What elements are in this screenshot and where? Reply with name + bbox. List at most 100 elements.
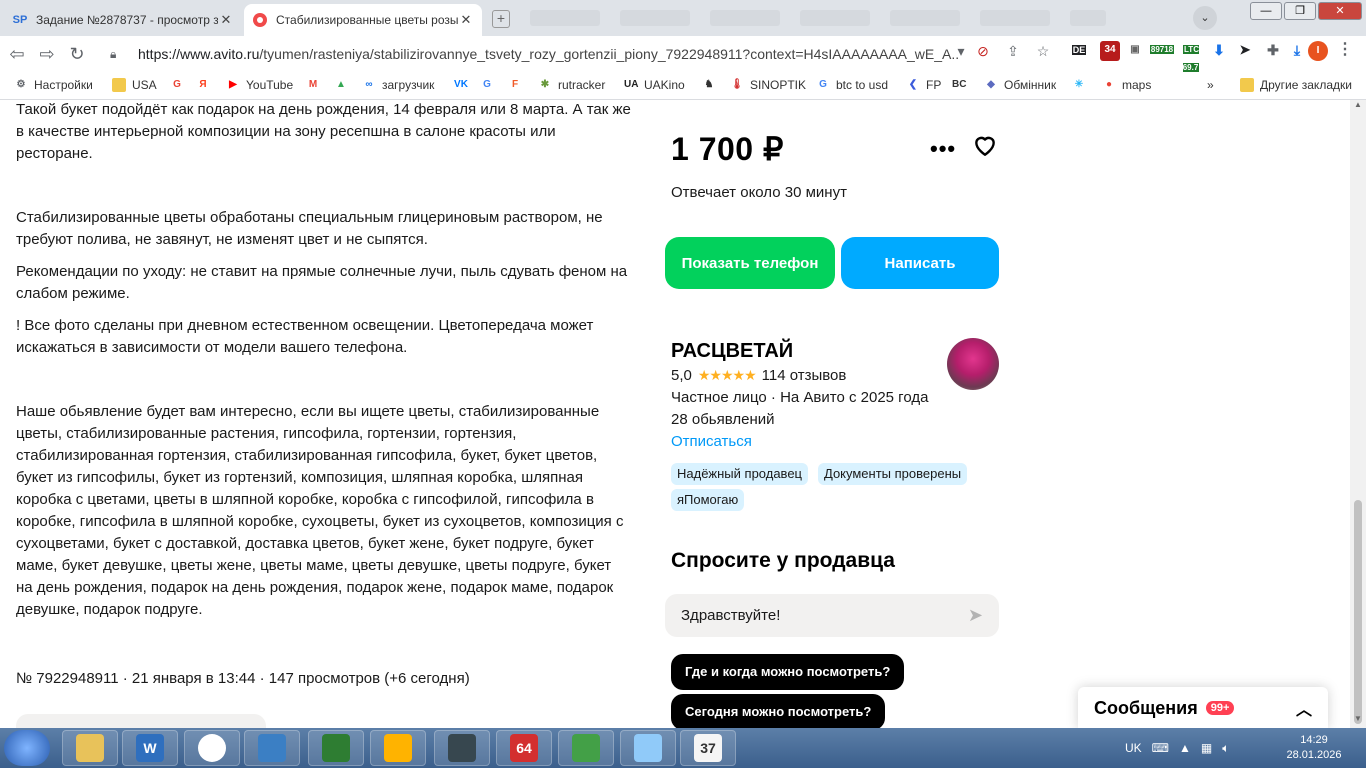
write-message-button[interactable]: Написать [841,237,999,289]
quick-question-button[interactable]: Сегодня можно посмотреть? [671,694,886,728]
back-arrow-icon[interactable]: ⇦ [4,41,30,67]
taskbar-paint[interactable] [558,730,614,766]
bookmark-gmail[interactable]: M [306,78,326,92]
other-bookmarks[interactable]: Другие закладки [1240,78,1352,92]
background-tab[interactable] [1070,10,1106,26]
bookmark-f[interactable]: F [508,78,528,92]
badge-ya-pomogayu[interactable]: яПомогаю [671,489,745,511]
bookmark-sinoptik[interactable]: 🌡︎ SINOPTIK [730,78,806,92]
send-icon[interactable]: ➤ [968,605,983,626]
chevron-up-icon[interactable]: ︿ [1296,696,1312,720]
seller-ads-count[interactable]: 28 обьявлений [671,411,774,428]
scroll-thumb[interactable] [1354,500,1362,724]
menu-dots-icon[interactable]: ⋮ [1336,41,1354,61]
scroll-up-icon[interactable]: ▲ [1350,100,1366,114]
bookmark-figure[interactable]: ♞ [702,78,722,92]
taskbar-explorer[interactable] [62,730,118,766]
show-phone-button[interactable]: Показать телефон [665,237,835,289]
share-icon[interactable]: ⇪ [1004,42,1022,60]
close-icon[interactable]: ✕ [218,12,234,28]
close-window-button[interactable]: ✕ [1318,2,1362,20]
background-tab[interactable] [710,10,780,26]
unsubscribe-link[interactable]: Отписаться [671,433,752,450]
favorite-heart-icon[interactable] [972,132,998,158]
badge-documents-verified[interactable]: Документы проверены [818,463,968,485]
bookmark-translate[interactable]: G [480,78,500,92]
bookmark-yandex[interactable]: Я [196,78,216,92]
background-tab[interactable] [620,10,690,26]
extensions-puzzle-icon[interactable]: ✚ [1264,41,1282,61]
background-tab[interactable] [890,10,960,26]
taskbar-aida64[interactable]: 64 [496,730,552,766]
taskbar-wiseguard[interactable]: W [122,730,178,766]
close-icon[interactable]: ✕ [458,12,474,28]
bookmark-snowflake[interactable]: ✳ [1072,78,1092,92]
bookmark-btc-to-usd[interactable]: Gbtc to usd [816,78,888,92]
bookmark-обмінник[interactable]: ◆ Обмінник [984,78,1056,92]
message-input[interactable]: Здравствуйте! ➤ [665,594,999,637]
briefcase-icon[interactable]: ▣ [1126,41,1144,61]
bookmark-maps[interactable]: ● maps [1102,78,1151,92]
downloads-icon[interactable]: ⤓ [1288,41,1306,61]
network-icon[interactable]: ▦ [1201,741,1212,755]
language-indicator[interactable]: UK [1125,741,1142,755]
extension-de-icon[interactable]: DE [1070,41,1088,61]
profile-avatar[interactable]: I [1308,41,1328,61]
extension-btc-icon[interactable]: 89718 [1148,41,1176,61]
extension-ltc-icon[interactable]: LTC 69.7 [1178,41,1204,72]
taskbar-browser-globe[interactable] [244,730,300,766]
bookmark-настройки[interactable]: ⚙ Настройки [14,78,93,92]
page-scrollbar[interactable]: ▲ ▼ [1350,100,1366,728]
quick-question-button[interactable]: Где и когда можно посмотреть? [671,654,905,690]
bookmark-bc[interactable]: BC [952,78,972,92]
background-tab[interactable] [530,10,600,26]
bookmark-rutracker[interactable]: ✱ rutracker [538,78,606,92]
clock[interactable]: 14:29 28.01.2026 [1284,733,1344,763]
reload-icon[interactable]: ↻ [64,41,90,67]
tray-expand-icon[interactable]: ▲ [1179,741,1191,755]
taskbar-calendar[interactable]: 37 [680,730,736,766]
extension-34-icon[interactable]: 34 [1100,41,1120,61]
cursor-icon[interactable]: ➤ [1236,41,1254,61]
forward-arrow-icon[interactable]: ⇨ [34,41,60,67]
messages-panel[interactable]: Сообщения 99+ ︿ [1078,687,1328,728]
bookmarks-overflow-icon[interactable]: » [1207,78,1214,92]
taskbar-notes[interactable] [620,730,676,766]
minimize-button[interactable]: — [1250,2,1282,20]
bookmark-vk[interactable]: VK [454,78,474,92]
bookmark-uakino[interactable]: UA UAKino [624,78,685,92]
volume-icon[interactable]: 🔈︎ [1222,741,1229,756]
download-ext-icon[interactable]: ⬇ [1210,41,1228,61]
bookmark-fp[interactable]: ❮ FP [906,78,942,92]
background-tab[interactable] [800,10,870,26]
message-input-text[interactable]: Здравствуйте! [681,607,780,624]
bookmark-google[interactable]: G [170,78,190,92]
taskbar-excel[interactable] [308,730,364,766]
tab-task[interactable]: SP Задание №2878737 - просмотр з ✕ [4,4,242,36]
new-tab-button[interactable]: + [492,10,510,28]
lock-icon[interactable]: 🔒︎ [110,47,124,62]
background-tab[interactable] [980,10,1050,26]
bookmark-star-icon[interactable]: ☆ [1034,42,1052,60]
seller-name[interactable]: РАСЦВЕТАЙ [671,340,793,363]
bookmark-загрузчик[interactable]: ∞ загрузчик [362,78,434,92]
start-button[interactable] [4,730,50,766]
taskbar-media[interactable] [370,730,426,766]
bookmark-usa[interactable]: USA [112,78,157,92]
taskbar-chrome[interactable] [184,730,240,766]
restore-button[interactable]: ❐ [1284,2,1316,20]
tab-search-chevron-icon[interactable]: ⌄ [1193,6,1217,30]
tab-avito[interactable]: Стабилизированные цветы розы ✕ [244,4,482,36]
url-text[interactable]: https://www.avito.ru/tyumen/rasteniya/st… [138,46,958,62]
badge-reliable-seller[interactable]: Надёжный продавец [671,463,808,485]
more-options-icon[interactable]: ••• [930,136,956,162]
keyboard-icon[interactable]: ⌨ [1152,741,1169,755]
seller-avatar[interactable] [947,338,999,390]
blocked-icon[interactable]: ⊘ [974,42,992,60]
dropdown-icon[interactable]: ▾ [952,42,970,60]
bookmark-drive[interactable]: ▲ [334,78,354,92]
reviews-link[interactable]: 114 отзывов [762,367,847,384]
bookmark-youtube[interactable]: ▶ YouTube [226,78,293,92]
taskbar-clock-app[interactable] [434,730,490,766]
scroll-down-icon[interactable]: ▼ [1350,714,1366,728]
